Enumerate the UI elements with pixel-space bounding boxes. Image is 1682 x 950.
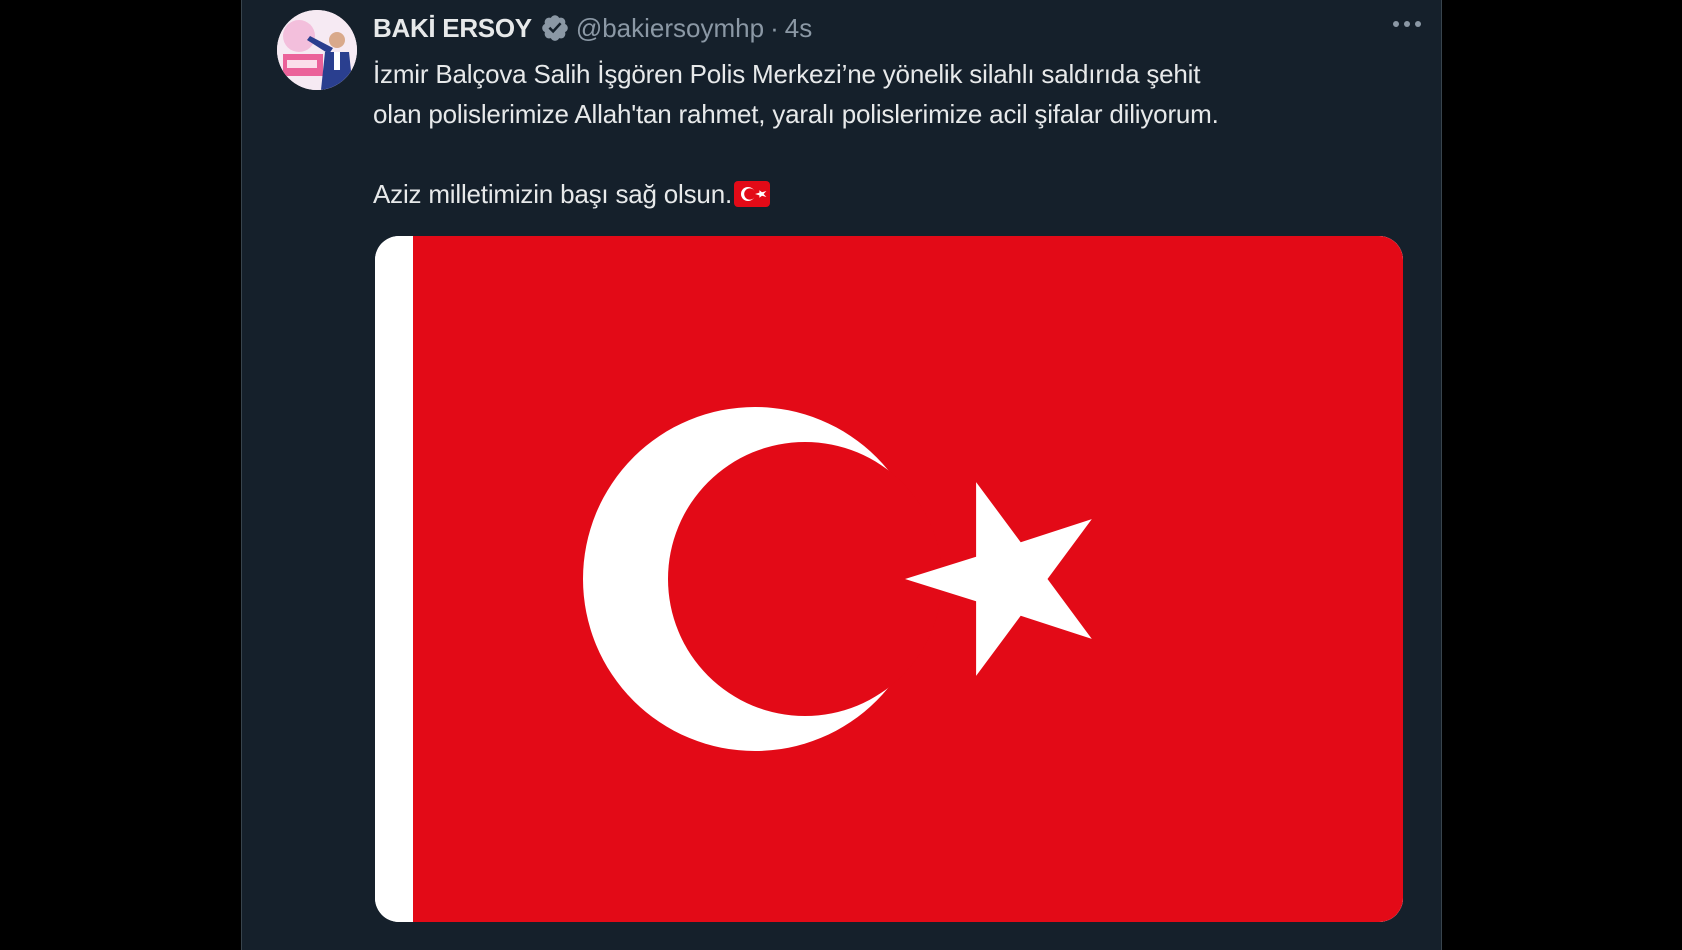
tweet-text-line-2: olan polislerimize Allah'tan rahmet, yar… [373,99,1219,129]
tweet-text-line-3-text: Aziz milletimizin başı sağ olsun. [373,179,732,209]
author-display-name[interactable]: BAKİ ERSOY [373,8,532,48]
timeline-column: BAKİ ERSOY @bakiersoymhp · 4s İzmir Balç… [241,0,1442,950]
tweet-timestamp[interactable]: 4s [785,8,812,48]
tweet-text-line-1: İzmir Balçova Salih İşgören Polis Merkez… [373,59,1201,89]
tweet-text-line-3: Aziz milletimizin başı sağ olsun. [373,174,1413,218]
verified-badge-icon [540,13,570,43]
tweet-text: İzmir Balçova Salih İşgören Polis Merkez… [373,54,1413,218]
tweet[interactable]: BAKİ ERSOY @bakiersoymhp · 4s İzmir Balç… [242,0,1441,950]
header-separator: · [770,13,779,43]
author-handle[interactable]: @bakiersoymhp [576,8,764,48]
tweet-header: BAKİ ERSOY @bakiersoymhp · 4s [373,8,1413,48]
avatar-image [277,10,357,90]
tweet-body: BAKİ ERSOY @bakiersoymhp · 4s İzmir Balç… [373,8,1413,218]
author-avatar[interactable] [277,10,357,90]
turkey-flag-emoji-icon [733,178,770,218]
turkey-flag-image [375,236,1403,922]
more-options-icon[interactable] [1391,16,1423,27]
tweet-media-image[interactable] [375,236,1403,922]
screen: BAKİ ERSOY @bakiersoymhp · 4s İzmir Balç… [0,0,1682,950]
